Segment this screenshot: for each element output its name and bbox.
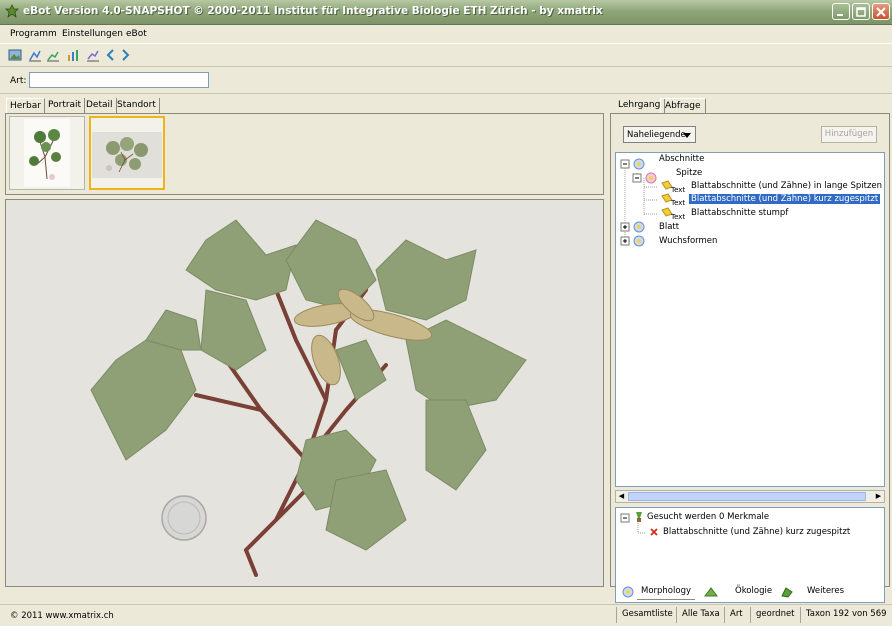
text-tag: Text (671, 213, 686, 221)
status-gesamtliste[interactable]: Gesamtliste (622, 609, 673, 619)
herbarium-thumbnail-image (24, 119, 70, 187)
flower-icon (633, 235, 645, 247)
status-art[interactable]: Art (730, 609, 743, 619)
query-pane: Lehrgang Abfrage Naheliegende Hinzufügen (609, 95, 890, 603)
more-icon (781, 587, 793, 598)
status-separator (750, 607, 751, 623)
status-bar: © 2011 www.xmatrix.ch Gesamtliste Alle T… (0, 604, 892, 626)
tab-weiteres[interactable]: Weiteres (803, 584, 848, 600)
chart-icon[interactable] (86, 48, 100, 62)
status-separator (676, 607, 677, 623)
tab-portrait[interactable]: Portrait (45, 98, 86, 113)
chart-icon[interactable] (66, 48, 80, 62)
app-icon (5, 4, 19, 18)
plant-icon (636, 512, 642, 522)
tab-oekologie[interactable]: Ökologie (731, 584, 776, 600)
minimize-icon (837, 14, 843, 16)
window-title: eBot Version 4.0-SNAPSHOT © 2000-2011 In… (23, 5, 603, 17)
thumbnail-strip (5, 113, 604, 195)
close-icon (876, 7, 886, 17)
menu-ebot[interactable]: eBot (126, 29, 147, 39)
minimize-button[interactable] (832, 3, 850, 20)
flower-icon (633, 158, 645, 170)
maximize-icon (856, 7, 866, 17)
ecology-icon (704, 587, 718, 597)
tab-lehrgang[interactable]: Lehrgang (614, 98, 666, 113)
tree-horizontal-scrollbar[interactable]: ◀ ▶ (615, 490, 885, 503)
tab-morphology[interactable]: Morphology (637, 584, 695, 600)
species-input[interactable] (29, 72, 209, 88)
tree-node-spitze[interactable]: Spitze (676, 168, 702, 178)
status-separator (800, 607, 801, 623)
menu-bar: Programm Einstellungen eBot (0, 25, 892, 44)
scrollbar-thumb[interactable] (628, 492, 866, 501)
remove-icon[interactable] (650, 528, 658, 536)
tree-node-item-3[interactable]: Blattabschnitte stumpf (691, 208, 788, 218)
expand-icon[interactable] (620, 236, 630, 246)
flower-icon (645, 172, 657, 184)
tab-standort[interactable]: Standort (114, 98, 160, 113)
tree-node-blatt[interactable]: Blatt (659, 222, 679, 232)
title-bar: eBot Version 4.0-SNAPSHOT © 2000-2011 In… (0, 0, 892, 25)
tree-node-item-2[interactable]: Blattabschnitte (und Zähne) kurz zugespi… (689, 194, 881, 204)
status-separator (616, 607, 617, 623)
thumbnail-1[interactable] (9, 116, 85, 190)
text-tag: Text (671, 199, 686, 207)
feature-tree: Abschnitte Spitze Text Blattabschnitte (… (615, 152, 885, 487)
maximize-button[interactable] (852, 3, 870, 20)
collapse-icon[interactable] (620, 159, 630, 169)
abfrage-panel: Naheliegende Hinzufügen Abschnitte Spitz… (610, 113, 890, 603)
thumbnail-2[interactable] (89, 116, 165, 190)
tab-detail[interactable]: Detail (83, 98, 117, 113)
status-taxon-counter: Taxon 192 von 569 (806, 609, 887, 619)
species-search-row: Art: (0, 67, 892, 94)
status-separator (724, 607, 725, 623)
expand-icon[interactable] (620, 222, 630, 232)
filter-dropdown-value: Naheliegende (627, 130, 686, 140)
status-geordnet[interactable]: geordnet (756, 609, 795, 619)
menu-einstellungen[interactable]: Einstellungen (62, 29, 123, 39)
flower-icon (633, 221, 645, 233)
scroll-right-icon[interactable]: ▶ (873, 491, 884, 502)
result-header: Gesucht werden 0 Merkmale (647, 512, 770, 522)
collapse-icon[interactable] (632, 173, 642, 183)
prev-icon[interactable] (104, 48, 118, 62)
scroll-left-icon[interactable]: ◀ (616, 491, 627, 502)
chart-icon[interactable] (46, 48, 60, 62)
toolbar (0, 44, 892, 67)
chart-icon[interactable] (28, 48, 42, 62)
menu-programm[interactable]: Programm (10, 29, 57, 39)
close-button[interactable] (872, 3, 890, 20)
next-icon[interactable] (118, 48, 132, 62)
status-alle-taxa[interactable]: Alle Taxa (682, 609, 720, 619)
tree-node-abschnitte[interactable]: Abschnitte (659, 154, 704, 164)
chevron-down-icon (683, 133, 691, 138)
collapse-icon[interactable] (620, 513, 630, 523)
image-pane: Herbar Portrait Detail Standort (4, 95, 604, 602)
tab-herbar[interactable]: Herbar (6, 98, 45, 113)
image-icon[interactable] (8, 48, 22, 62)
text-tag: Text (671, 186, 686, 194)
tree-node-wuchsformen[interactable]: Wuchsformen (659, 236, 717, 246)
add-button[interactable]: Hinzufügen (821, 126, 877, 143)
tree-node-item-1[interactable]: Blattabschnitte (und Zähne) in lange Spi… (691, 181, 884, 191)
species-label: Art: (10, 76, 27, 86)
morphology-icon (622, 586, 634, 598)
tab-abfrage[interactable]: Abfrage (660, 98, 706, 113)
copyright-text: © 2011 www.xmatrix.ch (10, 611, 114, 621)
herbarium-specimen-image (6, 200, 603, 586)
specimen-image-viewer[interactable] (5, 199, 604, 587)
filter-dropdown[interactable]: Naheliegende (623, 126, 696, 143)
category-tabs: Morphology Ökologie Weiteres (613, 584, 887, 602)
herbarium-thumbnail-image (92, 132, 162, 178)
result-item[interactable]: Blattabschnitte (und Zähne) kurz zugespi… (663, 527, 850, 537)
